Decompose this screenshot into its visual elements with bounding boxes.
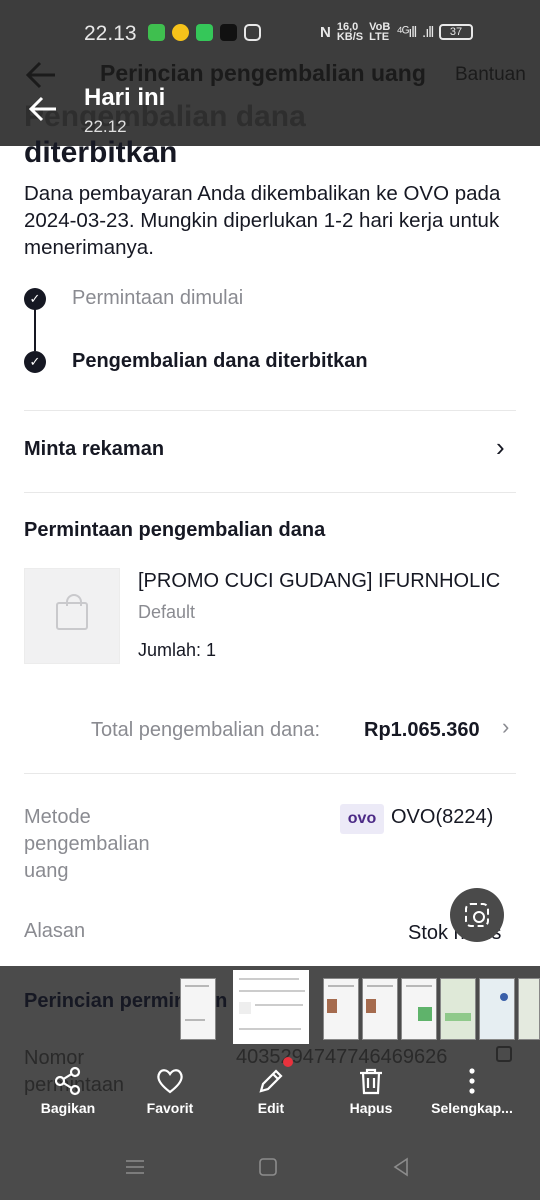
status-time: 22.13	[84, 22, 137, 45]
step-issued: ✓ Pengembalian dana diterbitkan	[24, 350, 368, 373]
refund-description: Dana pembayaran Anda dikembalikan ke OVO…	[24, 182, 501, 259]
filmstrip-thumbnail[interactable]	[323, 978, 359, 1040]
app-icon	[172, 24, 189, 41]
divider	[24, 773, 516, 774]
step-connector	[34, 309, 36, 351]
filmstrip-thumbnail[interactable]	[518, 978, 540, 1040]
edit-label: Edit	[257, 1100, 285, 1116]
tiktok-icon	[220, 24, 237, 41]
app-icon	[148, 24, 165, 41]
pencil-icon	[259, 1069, 283, 1093]
notification-icons	[148, 24, 261, 41]
chevron-right-icon[interactable]: ›	[502, 714, 509, 740]
divider	[24, 410, 516, 411]
edit-button[interactable]: Edit	[233, 1066, 309, 1116]
page-title: Perincian pengembalian uang	[100, 60, 426, 86]
gallery-title: Hari ini	[84, 84, 166, 111]
favorite-label: Favorit	[146, 1100, 194, 1116]
check-icon: ✓	[24, 350, 46, 373]
system-nav-bar	[0, 1140, 540, 1200]
request-section-title: Permintaan pengembalian dana	[24, 519, 326, 541]
delete-button[interactable]: Hapus	[333, 1066, 409, 1116]
favorite-button[interactable]: Favorit	[132, 1066, 208, 1116]
heart-icon	[157, 1069, 183, 1094]
product-variant: Default	[138, 602, 196, 622]
network-speed: 16,0 KB/S	[336, 21, 364, 43]
filmstrip-thumbnail[interactable]	[180, 978, 216, 1040]
back-icon[interactable]	[390, 1156, 412, 1178]
gallery-action-bar: Bagikan Favorit Edit Hapus Selengkap...	[0, 1066, 540, 1126]
status-right: N 16,0 KB/S VoB LTE ⁴ᴳıll .ıll 37	[320, 21, 474, 43]
product-thumbnail[interactable]	[24, 568, 120, 664]
share-icon	[54, 1066, 81, 1096]
instagram-icon	[244, 24, 261, 41]
chat-app-icon	[196, 24, 213, 41]
more-label: Selengkap...	[431, 1100, 513, 1116]
help-link[interactable]: Bantuan	[455, 64, 526, 86]
recents-icon[interactable]	[124, 1156, 146, 1178]
nfc-icon: N	[320, 23, 331, 41]
trash-icon	[360, 1068, 382, 1095]
gallery-back-icon[interactable]	[28, 96, 58, 122]
battery-icon: 37	[439, 24, 474, 40]
more-icon	[469, 1068, 475, 1094]
signal-icon-2: .ıll	[422, 23, 434, 41]
refund-method-label: Metode pengembalian uang	[24, 806, 150, 882]
step-requested: ✓ Permintaan dimulai	[24, 287, 243, 310]
shopping-bag-icon	[56, 594, 88, 630]
filmstrip-thumbnail[interactable]	[440, 978, 476, 1040]
refund-heading: diterbitkan	[24, 136, 178, 169]
copy-icon[interactable]	[496, 1046, 512, 1062]
filmstrip-thumbnail[interactable]	[479, 978, 515, 1040]
more-button[interactable]: Selengkap...	[424, 1066, 520, 1116]
delete-label: Hapus	[349, 1100, 393, 1116]
volte-icon: VoB LTE	[369, 21, 391, 43]
share-label: Bagikan	[40, 1100, 96, 1116]
product-name[interactable]: [PROMO CUCI GUDANG] IFURNHOLIC	[138, 570, 518, 593]
check-icon: ✓	[24, 287, 46, 310]
lens-button[interactable]	[450, 888, 504, 942]
gallery-time: 22.12	[84, 117, 127, 136]
ovo-logo: ovo	[340, 804, 384, 834]
reason-label: Alasan	[24, 920, 86, 942]
records-link[interactable]: Minta rekaman	[24, 438, 164, 461]
lens-icon	[465, 903, 489, 927]
filmstrip-thumbnail[interactable]	[362, 978, 398, 1040]
back-arrow-icon[interactable]	[24, 60, 58, 90]
product-quantity: Jumlah: 1	[138, 640, 217, 660]
total-refund-value[interactable]: Rp1.065.360	[364, 719, 480, 742]
signal-icon: ⁴ᴳıll	[396, 23, 417, 41]
filmstrip-thumbnail[interactable]	[401, 978, 437, 1040]
filmstrip-current-thumbnail[interactable]	[233, 970, 309, 1044]
refund-method-value: OVO(8224)	[391, 806, 494, 828]
chevron-right-icon[interactable]: ›	[496, 432, 505, 463]
step-label: Permintaan dimulai	[72, 287, 244, 309]
step-label: Pengembalian dana diterbitkan	[72, 350, 368, 372]
share-button[interactable]: Bagikan	[30, 1066, 106, 1116]
home-icon[interactable]	[257, 1156, 279, 1178]
total-refund-label: Total pengembalian dana:	[91, 719, 321, 741]
divider	[24, 492, 516, 493]
